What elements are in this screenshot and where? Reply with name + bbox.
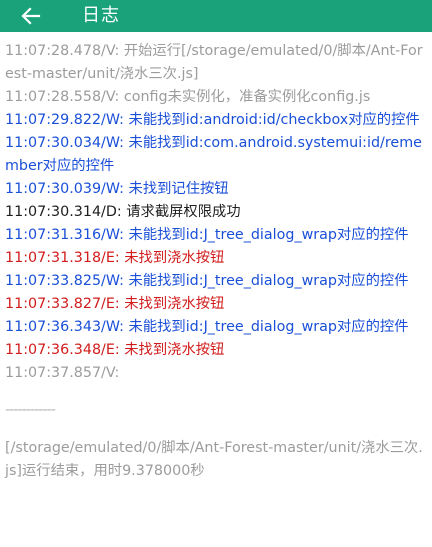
log-line: 11:07:36.343/W: 未能找到id:J_tree_dialog_wra… xyxy=(5,319,409,335)
log-line: 11:07:33.825/W: 未能找到id:J_tree_dialog_wra… xyxy=(5,273,409,289)
log-line: 11:07:28.478/V: 开始运行[/storage/emulated/0… xyxy=(5,43,423,82)
page-title: 日志 xyxy=(82,5,120,26)
log-line: 11:07:31.318/E: 未找到浇水按钮 xyxy=(5,250,225,266)
arrow-left-icon xyxy=(21,7,41,25)
app-bar: 日志 xyxy=(0,0,432,32)
back-button[interactable] xyxy=(0,0,62,32)
log-list[interactable]: 11:07:28.478/V: 开始运行[/storage/emulated/0… xyxy=(0,40,432,547)
log-line: 11:07:33.827/E: 未找到浇水按钮 xyxy=(5,296,225,312)
log-line: 11:07:28.558/V: config未实例化，准备实例化config.j… xyxy=(5,89,371,105)
log-line: 11:07:30.034/W: 未能找到id:com.android.syste… xyxy=(5,135,422,174)
log-line: 11:07:30.314/D: 请求截屏权限成功 xyxy=(5,204,241,220)
log-line: 11:07:29.822/W: 未能找到id:android:id/checkb… xyxy=(5,112,420,128)
log-line: 11:07:30.039/W: 未找到记住按钮 xyxy=(5,181,229,197)
log-line: [/storage/emulated/0/脚本/Ant-Forest-maste… xyxy=(5,439,423,479)
log-line: 11:07:36.348/E: 未找到浇水按钮 xyxy=(5,342,225,358)
log-line: 11:07:31.316/W: 未能找到id:J_tree_dialog_wra… xyxy=(5,227,409,243)
log-line: 11:07:37.857/V: xyxy=(5,365,120,381)
log-separator: ------------ xyxy=(5,402,56,419)
